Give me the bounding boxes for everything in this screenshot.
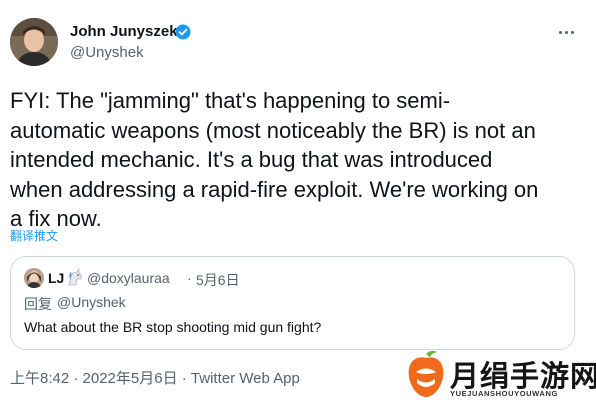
- quoted-separator: ·: [187, 270, 192, 286]
- tweet: John Junyszek @Unyshek FYI: The "jamming…: [0, 0, 596, 402]
- quoted-tweet[interactable]: LJ @doxylauraa · 5月6日 回复 @Unyshek What a…: [10, 256, 575, 350]
- unicorn-emoji-icon: [65, 268, 85, 286]
- more-options-icon[interactable]: [556, 22, 576, 42]
- more-dot: [564, 30, 568, 34]
- quoted-author-avatar: [24, 268, 44, 288]
- reply-to-handle[interactable]: @Unyshek: [57, 294, 126, 310]
- reply-label: 回复: [24, 296, 52, 312]
- tweet-text: FYI: The "jamming" that's happening to s…: [10, 88, 539, 231]
- site-watermark: 月绢手游网 YUEJUANSHOUYOUWANG: [404, 350, 596, 402]
- watermark-subtext: YUEJUANSHOUYOUWANG: [450, 389, 558, 398]
- source-app-link[interactable]: Twitter Web App: [191, 370, 300, 387]
- tweet-metadata: 上午8:42 · 2022年5月6日 · Twitter Web App: [10, 367, 300, 388]
- author-display-name[interactable]: John Junyszek: [70, 23, 178, 40]
- quoted-date: 5月6日: [196, 272, 240, 288]
- quoted-author-name: LJ: [48, 270, 65, 286]
- author-avatar[interactable]: [10, 18, 58, 66]
- verified-badge-icon: [175, 24, 191, 40]
- author-handle[interactable]: @Unyshek: [70, 44, 144, 61]
- more-dot: [570, 30, 574, 34]
- tweet-timestamp[interactable]: 上午8:42 · 2022年5月6日 ·: [10, 370, 191, 387]
- quoted-author-handle: @doxylauraa: [87, 270, 170, 286]
- watermark-logo-icon: [408, 350, 444, 397]
- quoted-tweet-text: What about the BR stop shooting mid gun …: [24, 319, 322, 335]
- translate-tweet-link[interactable]: 翻译推文: [10, 227, 58, 244]
- more-dot: [558, 30, 562, 34]
